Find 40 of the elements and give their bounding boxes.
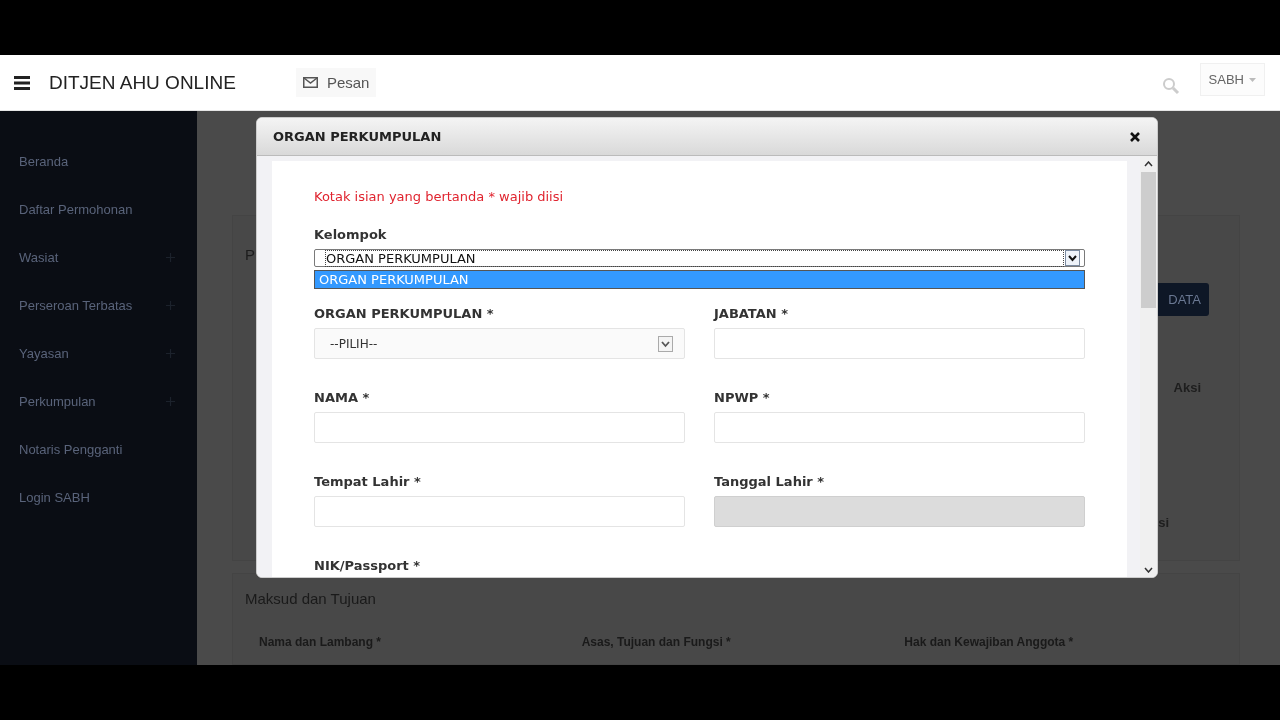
select-field[interactable]: --PILIH--: [314, 328, 685, 359]
field-label: Tempat Lahir *: [314, 474, 422, 489]
search-icon[interactable]: [1161, 76, 1180, 95]
sidebar-item[interactable]: Login SABH: [19, 489, 90, 505]
input-field[interactable]: [714, 328, 1085, 359]
caret-icon: [1249, 77, 1256, 82]
field-label: NAMA *: [314, 390, 371, 405]
sidebar-item[interactable]: Perkumpulan: [19, 393, 96, 409]
dropdown-option[interactable]: ORGAN PERKUMPULAN: [315, 271, 1084, 288]
close-icon[interactable]: [1130, 131, 1140, 142]
sidebar-item[interactable]: Beranda: [19, 153, 69, 169]
scrollbar[interactable]: [1140, 156, 1157, 577]
messages-button[interactable]: Pesan: [295, 68, 377, 97]
input-field[interactable]: [714, 412, 1085, 443]
plus-icon[interactable]: [166, 300, 175, 310]
field-label: JABATAN *: [714, 306, 789, 321]
field-label: Kelompok: [314, 227, 388, 242]
sidebar-item[interactable]: Notaris Pengganti: [19, 441, 123, 457]
input-field[interactable]: [314, 412, 685, 443]
sidebar-item[interactable]: Yayasan: [19, 345, 69, 361]
sidebar-item[interactable]: Daftar Permohonan: [19, 201, 133, 217]
field-label: NPWP *: [714, 390, 771, 405]
modal-title: ORGAN PERKUMPULAN: [273, 129, 442, 144]
menu-icon[interactable]: [14, 75, 30, 90]
chevron-up-icon[interactable]: [1144, 161, 1153, 167]
group-select[interactable]: ORGAN PERKUMPULAN: [314, 249, 1085, 267]
sidebar-item[interactable]: Perseroan Terbatas: [19, 297, 133, 313]
envelope-icon: [302, 77, 318, 88]
field-label: NIK/Passport *: [314, 558, 422, 573]
field-label: ORGAN PERKUMPULAN *: [314, 306, 495, 321]
plus-icon[interactable]: [166, 396, 175, 406]
plus-icon[interactable]: [166, 252, 175, 262]
input-field[interactable]: [314, 496, 685, 527]
plus-icon[interactable]: [166, 348, 175, 358]
required-notice: Kotak isian yang bertanda * wajib diisi: [314, 189, 565, 204]
user-menu[interactable]: SABH: [1199, 63, 1265, 96]
app-title: DITJEN AHU ONLINE: [49, 71, 236, 94]
field-label: Tanggal Lahir *: [714, 474, 826, 489]
sidebar-item[interactable]: Wasiat: [19, 249, 59, 265]
chevron-down-icon[interactable]: [1144, 567, 1153, 573]
